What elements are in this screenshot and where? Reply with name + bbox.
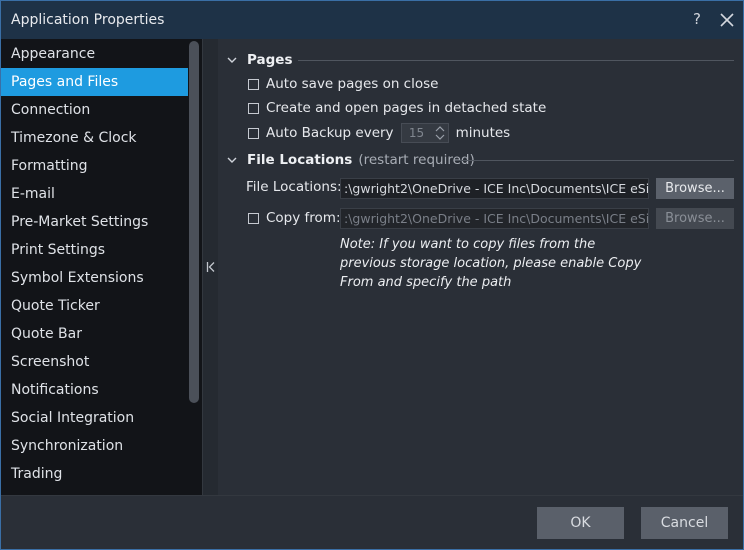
auto-backup-label: Auto Backup every xyxy=(266,125,394,141)
copy-from-input[interactable]: :\gwright2\OneDrive - ICE Inc\Documents\… xyxy=(340,208,649,229)
settings-content: Pages Auto save pages on close Create an… xyxy=(218,39,743,495)
dialog-footer: OK Cancel xyxy=(1,495,743,549)
sidebar-item-notifications[interactable]: Notifications xyxy=(1,376,188,404)
sidebar-item-social-integration[interactable]: Social Integration xyxy=(1,404,188,432)
file-locations-section-title: File Locations xyxy=(247,152,353,168)
browse-button[interactable]: Browse... xyxy=(656,178,734,199)
sidebar-item-pre-market-settings[interactable]: Pre-Market Settings xyxy=(1,208,188,236)
sidebar-item-formatting[interactable]: Formatting xyxy=(1,152,188,180)
sidebar-item-pages-and-files[interactable]: Pages and Files xyxy=(1,68,188,96)
window-title: Application Properties xyxy=(11,12,165,28)
collapse-left-icon[interactable] xyxy=(206,261,216,273)
copy-from-label: Copy from: xyxy=(266,210,341,226)
sidebar-item-quote-bar[interactable]: Quote Bar xyxy=(1,320,188,348)
pages-section-divider xyxy=(298,60,734,61)
close-icon[interactable] xyxy=(717,10,737,30)
pages-section-title: Pages xyxy=(247,52,293,68)
file-location-input[interactable]: :\gwright2\OneDrive - ICE Inc\Documents\… xyxy=(340,178,649,199)
sidebar-scrollbar[interactable] xyxy=(189,41,199,403)
sidebar-item-connection[interactable]: Connection xyxy=(1,96,188,124)
copy-from-row: Copy from: xyxy=(248,208,341,228)
sidebar: Appearance Pages and Files Connection Ti… xyxy=(1,39,202,495)
detached-label: Create and open pages in detached state xyxy=(266,100,547,116)
backup-unit-label: minutes xyxy=(455,125,511,141)
sidebar-item-appearance[interactable]: Appearance xyxy=(1,40,188,68)
detached-checkbox[interactable] xyxy=(248,102,259,114)
spinner-arrows-icon[interactable] xyxy=(432,124,448,142)
copy-hint-text: Note: If you want to copy files from the… xyxy=(340,237,642,290)
help-icon[interactable]: ? xyxy=(693,10,709,30)
sidebar-item-trading[interactable]: Trading xyxy=(1,460,188,488)
ok-button[interactable]: OK xyxy=(537,507,624,539)
chevron-down-icon[interactable] xyxy=(226,54,238,66)
sidebar-item-print-settings[interactable]: Print Settings xyxy=(1,236,188,264)
title-bar: Application Properties ? xyxy=(1,1,743,39)
pages-section-header[interactable]: Pages xyxy=(226,50,293,70)
auto-save-checkbox[interactable] xyxy=(248,78,259,90)
sidebar-item-screenshot[interactable]: Screenshot xyxy=(1,348,188,376)
file-locations-label: File Locations: xyxy=(246,179,342,195)
backup-interval-stepper[interactable]: 15 xyxy=(400,123,449,143)
chevron-down-icon[interactable] xyxy=(226,154,238,166)
auto-save-label: Auto save pages on close xyxy=(266,76,439,92)
auto-backup-checkbox[interactable] xyxy=(248,127,259,139)
copy-from-checkbox[interactable] xyxy=(248,212,259,224)
detached-row: Create and open pages in detached state xyxy=(248,98,546,118)
sidebar-item-quote-ticker[interactable]: Quote Ticker xyxy=(1,292,188,320)
file-locations-divider xyxy=(456,160,734,161)
copy-browse-button[interactable]: Browse... xyxy=(656,208,734,229)
sidebar-item-synchronization[interactable]: Synchronization xyxy=(1,432,188,460)
file-locations-section-header[interactable]: File Locations (restart required) xyxy=(226,150,475,170)
cancel-button[interactable]: Cancel xyxy=(641,507,728,539)
application-properties-dialog: Application Properties ? Appearance Page… xyxy=(0,0,744,550)
auto-backup-row: Auto Backup every 15 minutes xyxy=(248,123,510,143)
panel-splitter[interactable] xyxy=(202,39,218,495)
sidebar-item-symbol-extensions[interactable]: Symbol Extensions xyxy=(1,264,188,292)
auto-save-row: Auto save pages on close xyxy=(248,74,438,94)
sidebar-item-email[interactable]: E-mail xyxy=(1,180,188,208)
sidebar-item-timezone-clock[interactable]: Timezone & Clock xyxy=(1,124,188,152)
backup-interval-value[interactable]: 15 xyxy=(402,126,432,140)
